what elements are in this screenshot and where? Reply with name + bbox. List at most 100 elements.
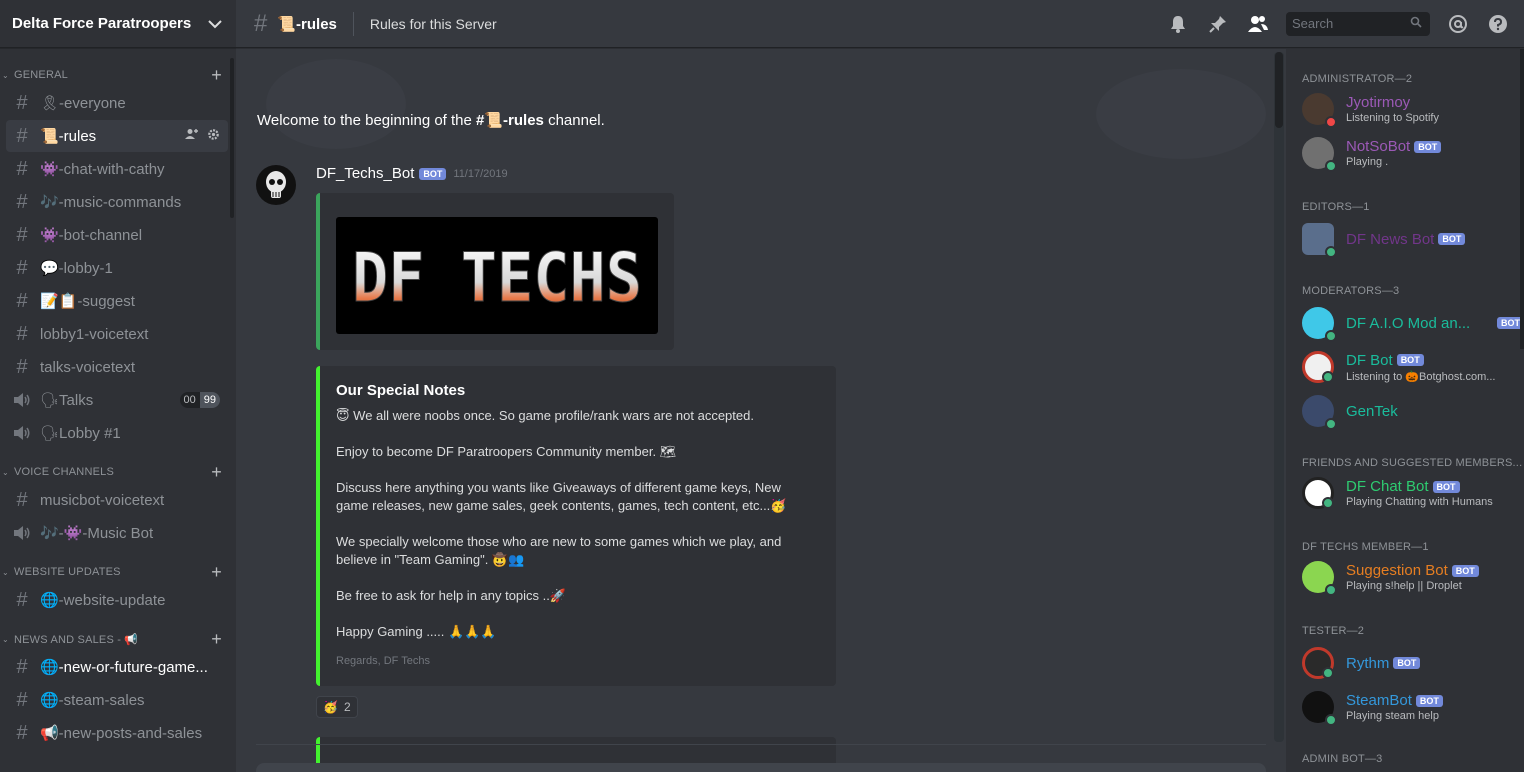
status-online-icon [1325,714,1337,726]
help-icon[interactable] [1486,12,1510,36]
user-count: 00 [179,392,200,408]
server-header[interactable]: Delta Force Paratroopers [0,0,236,48]
channel-musicbot-voicetext[interactable]: # musicbot-voicetext [6,484,228,516]
banner-text: DF TECHS [352,239,642,318]
channel-label: 🌐-new-or-future-game... [40,659,208,676]
add-channel-icon[interactable]: + [211,463,222,481]
channel-rules[interactable]: # 📜-rules [6,120,228,152]
hash-icon: # [16,688,28,711]
group-header: ADMIN BOT—3 [1302,753,1383,765]
avatar [1302,307,1337,342]
channel-new-posts-and-sales[interactable]: # 📢-new-posts-and-sales [6,717,228,749]
group-header: ADMINISTRATOR—2 [1302,73,1413,85]
avatar [1302,561,1337,596]
add-channel-icon[interactable]: + [211,66,222,84]
member-rythm[interactable]: Rythm BOT [1302,643,1512,683]
member-df-bot[interactable]: DF Bot BOT Listening to 🎃Botghost.com... [1302,347,1512,387]
channel-label: talks-voicetext [40,358,136,376]
channel-header: # 📜-rules Rules for this Server Search [236,0,1524,48]
channel-everyone[interactable]: # 🎗-everyone [6,87,228,119]
channel-lobby-1[interactable]: # 💬-lobby-1 [6,252,228,284]
channel-website-update[interactable]: # 🌐-website-update [6,584,228,616]
create-invite-icon[interactable] [185,128,199,144]
channel-suggest[interactable]: # 📝📋-suggest [6,285,228,317]
embed-paragraph: Be free to ask for help in any topics ..… [336,588,567,603]
add-channel-icon[interactable]: + [211,630,222,648]
member-name: Rythm [1346,654,1390,672]
avatar[interactable] [256,165,296,205]
hash-icon: # [16,124,28,147]
channel-steam-sales[interactable]: # 🌐-steam-sales [6,684,228,716]
pin-icon[interactable] [1206,12,1230,36]
member-name: GenTek [1346,402,1398,420]
gear-icon[interactable] [207,128,220,144]
hash-icon: # [16,488,28,511]
mention-icon[interactable] [1446,12,1470,36]
avatar [1302,691,1337,726]
hash-icon: # [16,91,28,114]
member-df-chat-bot[interactable]: DF Chat Bot BOT Playing Chatting with Hum… [1302,473,1512,513]
voice-channel-talks[interactable]: 🗣Talks 00 99 [6,384,228,416]
caret-down-icon: ⌄ [2,567,9,577]
channel-bot-channel[interactable]: # 👾-bot-channel [6,219,228,251]
member-steambot[interactable]: SteamBot BOT Playing steam help [1302,687,1512,727]
avatar [1302,137,1337,172]
message-input[interactable] [256,763,1266,772]
author-name[interactable]: DF_Techs_Bot [316,165,414,182]
channel-lobby1-voicetext[interactable]: # lobby1-voicetext [6,318,228,350]
group-header: DF TECHS MEMBER—1 [1302,541,1429,553]
bot-tag: BOT [1451,564,1479,577]
search-icon [1410,16,1422,31]
category-voice-channels[interactable]: ⌄ VOICE CHANNELS + [0,455,236,483]
embed-paragraph: Happy Gaming ..... 🙏🙏🙏 [336,624,497,639]
channel-music-commands[interactable]: # 🎶-music-commands [6,186,228,218]
hash-icon: # [16,588,28,611]
member-suggestion-bot[interactable]: Suggestion Bot BOT Playing s!help || Drop… [1302,557,1512,597]
member-activity: Playing . [1346,156,1389,168]
voice-channel-lobby-1[interactable]: 🗣Lobby #1 [6,417,228,449]
chat-scrollbar-track[interactable] [1274,52,1284,742]
banner-logo: DF TECHS [352,238,643,318]
rules-embed: Our Special Notes 😇 We all were noobs on… [316,366,836,686]
hash-icon: # [16,289,28,312]
chevron-down-icon[interactable] [208,19,222,29]
caret-down-icon: ⌄ [2,634,9,644]
voice-channel-music-bot[interactable]: 🎶-👾-Music Bot [6,517,228,549]
category-news-and-sales[interactable]: ⌄ NEWS AND SALES - 📢 + [0,622,236,650]
member-gentek[interactable]: GenTek [1302,391,1512,431]
member-list-icon[interactable] [1246,12,1270,36]
channel-label: lobby1-voicetext [40,325,149,343]
member-jyotirmoy[interactable]: Jyotirmoy Listening to Spotify [1302,89,1512,129]
sidebar-scrollbar[interactable] [230,58,234,218]
hash-icon: # [16,322,28,345]
member-df-news-bot[interactable]: DF News Bot BOT [1302,219,1512,259]
avatar [1302,647,1334,679]
category-website-updates[interactable]: ⌄ WEBSITE UPDATES + [0,555,236,583]
caret-down-icon: ⌄ [2,467,9,477]
background-decoration [266,59,406,149]
member-notsobot[interactable]: NotSoBot BOT Playing . [1302,133,1512,173]
category-general[interactable]: ⌄ GENERAL + [0,58,236,86]
status-online-icon [1322,371,1334,383]
bot-tag: BOT [1438,233,1466,245]
reaction-button[interactable]: 🥳 2 [316,696,358,718]
bell-icon[interactable] [1166,12,1190,36]
member-name: SteamBot [1346,692,1412,709]
member-df-aio-mod[interactable]: DF A.I.O Mod an... BOT [1302,303,1524,343]
channel-new-or-future-games[interactable]: # 🌐-new-or-future-game... [6,651,228,683]
add-channel-icon[interactable]: + [211,563,222,581]
hash-icon: # [16,157,28,180]
chat-scrollbar-thumb[interactable] [1275,52,1283,128]
channel-sidebar: Delta Force Paratroopers ⌄ GENERAL + # 🎗-e… [0,0,236,772]
embed-paragraph: We specially welcome those who are new t… [336,534,782,567]
channel-label: 🗣Lobby #1 [40,425,121,442]
search-input[interactable]: Search [1286,11,1430,36]
channel-chat-with-cathy[interactable]: # 👾-chat-with-cathy [6,153,228,185]
channel-label: 🌐-steam-sales [40,692,145,709]
df-techs-banner[interactable]: DF TECHS [336,217,658,334]
bot-tag: BOT [1393,657,1421,669]
image-embed: DF TECHS [316,193,674,350]
search-placeholder: Search [1292,16,1334,31]
member-list-scrollbar[interactable] [1520,49,1524,349]
channel-talks-voicetext[interactable]: # talks-voicetext [6,351,228,383]
